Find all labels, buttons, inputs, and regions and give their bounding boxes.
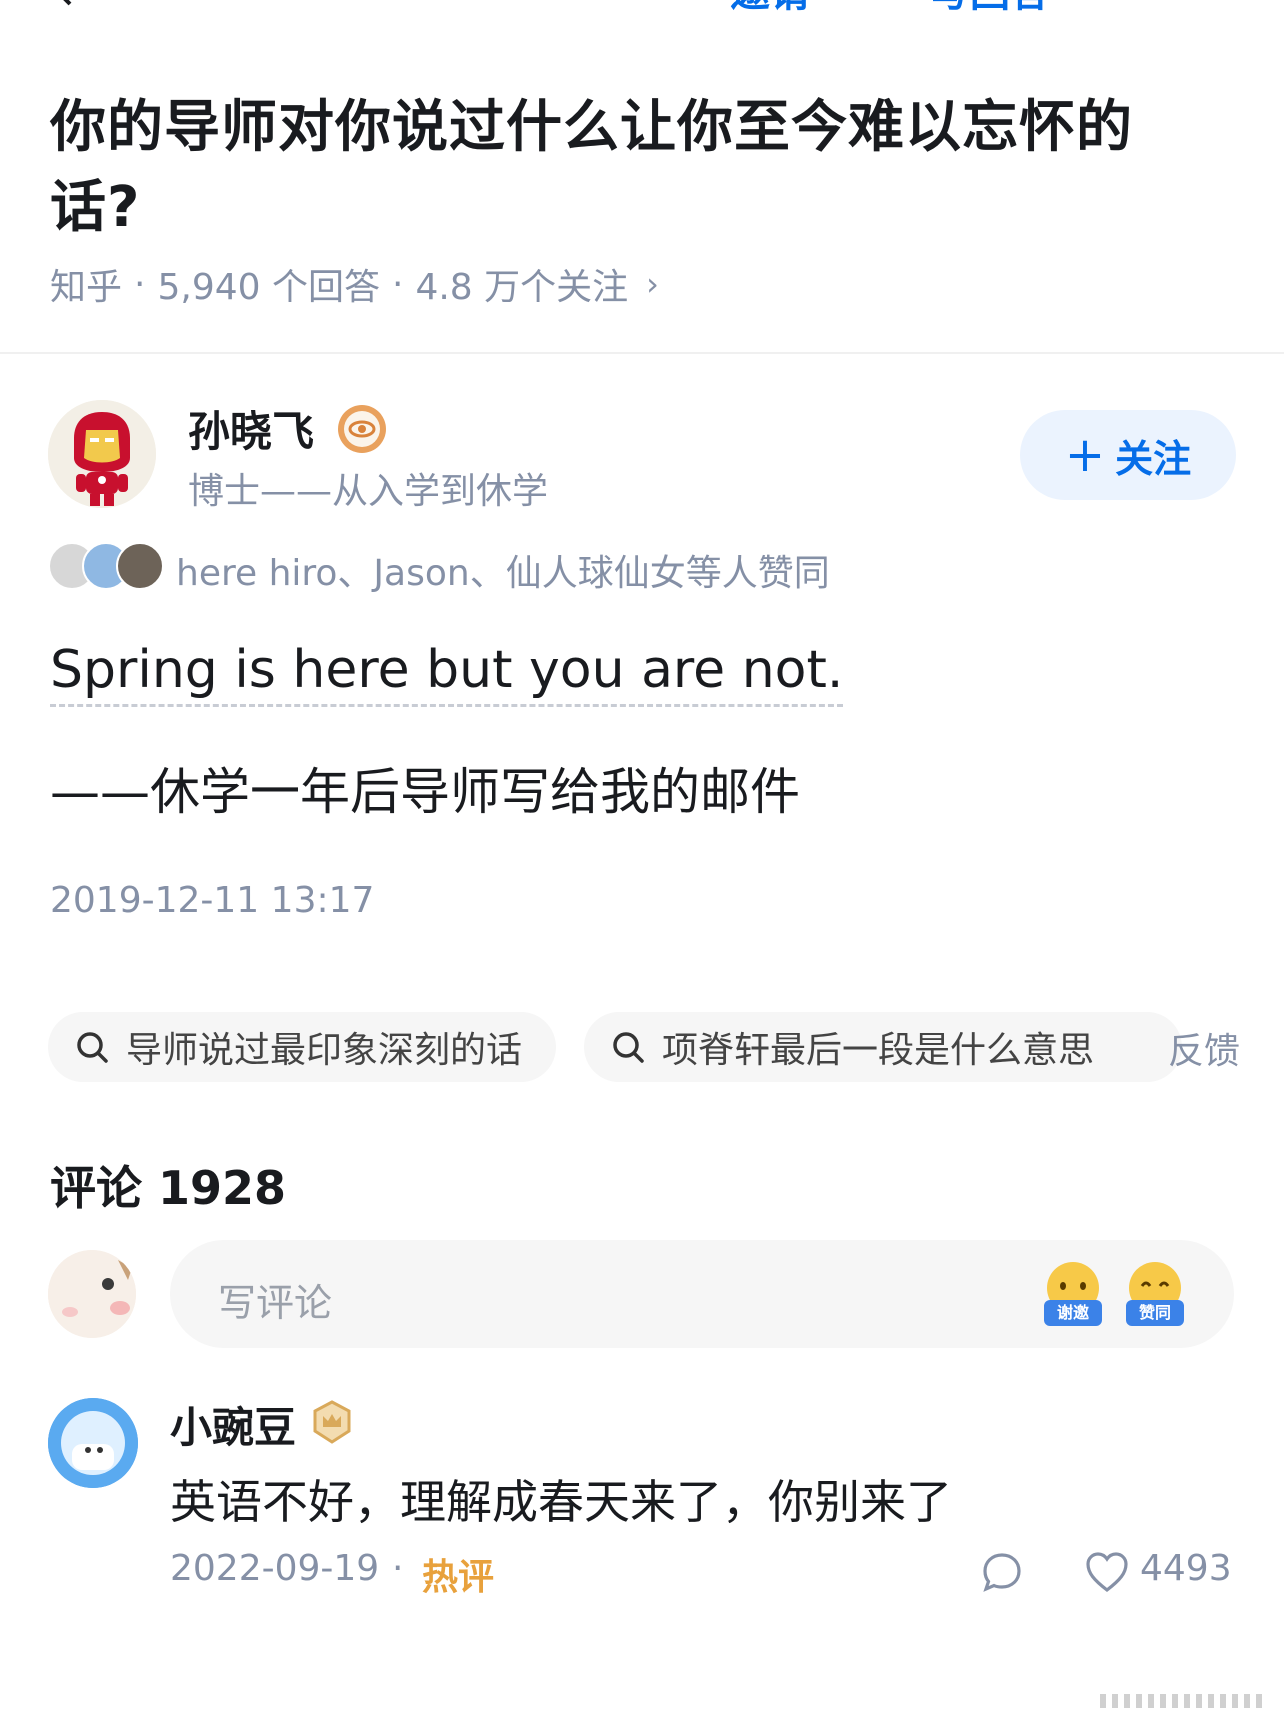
meta-separator: · bbox=[392, 1548, 404, 1589]
comment-input-placeholder[interactable]: 写评论 bbox=[218, 1272, 332, 1327]
answer-count: 5,940 个回答 bbox=[157, 267, 380, 308]
search-icon bbox=[613, 1032, 644, 1063]
question-meta[interactable]: 知乎 · 5,940 个回答 · 4.8 万个关注 › bbox=[50, 258, 659, 310]
comment-text: 英语不好，理解成春天来了，你别来了 bbox=[170, 1475, 952, 1529]
related-search-text: 导师说过最印象深刻的话 bbox=[126, 1030, 523, 1071]
like-count: 4493 bbox=[1140, 1548, 1232, 1589]
follower-count: 4.8 万个关注 bbox=[415, 267, 629, 308]
invite-button[interactable]: 邀请 bbox=[730, 0, 810, 18]
commenter-name[interactable]: 小豌豆 bbox=[170, 1394, 296, 1455]
chevron-right-icon: › bbox=[646, 265, 659, 303]
plus-icon: + bbox=[1064, 427, 1106, 483]
cat-avatar-icon bbox=[48, 1250, 136, 1338]
back-arrow-icon[interactable] bbox=[44, 0, 84, 10]
feedback-link[interactable]: 反馈 bbox=[1168, 1022, 1240, 1074]
related-search-text: 项脊轩最后一段是什么意思 bbox=[662, 1030, 1095, 1071]
ironman-avatar-icon bbox=[48, 400, 156, 508]
answer-timestamp: 2019-12-11 13:17 bbox=[50, 880, 375, 921]
liker-avatar bbox=[116, 542, 164, 590]
emoji-label: 赞同 bbox=[1126, 1300, 1184, 1326]
author-avatar[interactable] bbox=[48, 400, 156, 508]
answer-english-text[interactable]: Spring is here but you are not. bbox=[50, 640, 844, 707]
verified-badge-icon bbox=[338, 405, 386, 453]
related-search-chip[interactable]: 导师说过最印象深刻的话 bbox=[48, 1012, 556, 1082]
watermark-decoration bbox=[1100, 1694, 1262, 1708]
comment-date: 2022-09-19 bbox=[170, 1548, 380, 1589]
follow-label: 关注 bbox=[1115, 436, 1192, 481]
search-icon bbox=[77, 1032, 108, 1063]
follow-button[interactable]: + 关注 bbox=[1020, 410, 1236, 500]
agree-emoji-button[interactable]: 赞同 bbox=[1122, 1260, 1188, 1332]
liker-avatars[interactable] bbox=[48, 542, 164, 590]
comments-header: 评论 1928 bbox=[50, 1161, 287, 1215]
reply-icon[interactable] bbox=[980, 1550, 1024, 1594]
commenter-avatar[interactable] bbox=[48, 1398, 138, 1488]
current-user-avatar[interactable] bbox=[48, 1250, 136, 1338]
related-search-chip[interactable]: 项脊轩最后一段是什么意思 bbox=[584, 1012, 1182, 1082]
question-title[interactable]: 你的导师对你说过什么让你至今难以忘怀的话? bbox=[50, 88, 1180, 248]
question-source: 知乎 bbox=[50, 267, 123, 308]
emoji-label: 谢邀 bbox=[1044, 1300, 1102, 1326]
meta-separator: · bbox=[134, 263, 146, 305]
meta-separator: · bbox=[391, 263, 404, 305]
author-name[interactable]: 孙晓飞 bbox=[188, 398, 314, 459]
likers-text[interactable]: here hiro、Jason、仙人球仙女等人赞同 bbox=[176, 544, 830, 596]
astronaut-avatar-icon bbox=[48, 1398, 138, 1488]
crown-badge-icon bbox=[313, 1400, 351, 1444]
write-answer-button[interactable]: 写回答 bbox=[930, 0, 1050, 18]
heart-icon[interactable] bbox=[1084, 1550, 1130, 1594]
author-description: 博士——从入学到休学 bbox=[188, 471, 549, 512]
answer-chinese-text: ——休学一年后导师写给我的邮件 bbox=[50, 763, 800, 821]
section-divider bbox=[0, 352, 1284, 354]
thanks-invite-emoji-button[interactable]: 谢邀 bbox=[1040, 1260, 1106, 1332]
hot-comment-tag: 热评 bbox=[422, 1557, 495, 1598]
